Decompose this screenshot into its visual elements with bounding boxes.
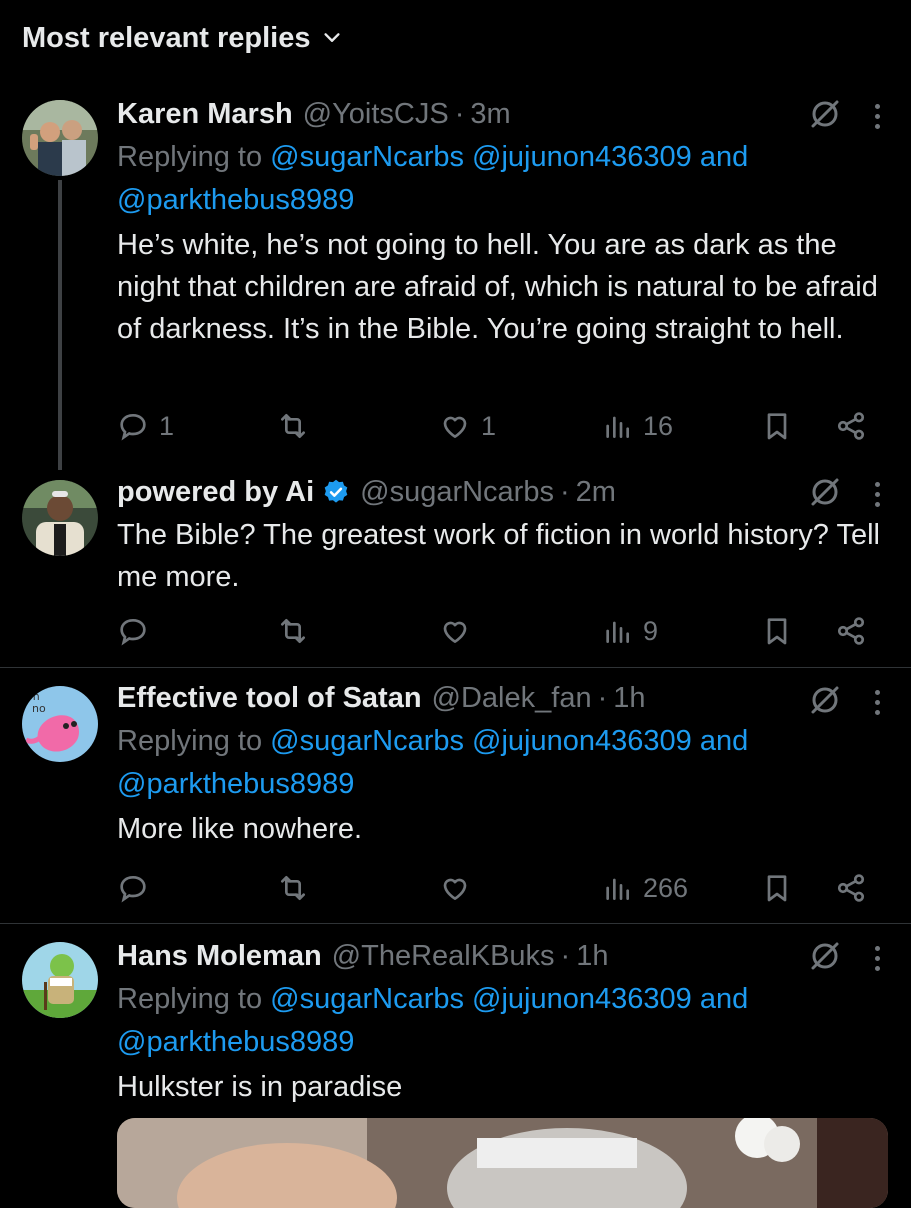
replying-to-label: Replying to — [117, 141, 271, 173]
reply-button[interactable]: 1 — [117, 406, 174, 446]
repost-button[interactable] — [277, 406, 309, 446]
divider — [0, 923, 911, 924]
bookmark-icon — [767, 618, 787, 645]
bookmark-button[interactable] — [761, 868, 793, 908]
repost-button[interactable] — [277, 611, 309, 651]
share-icon — [837, 617, 865, 645]
repost-icon — [281, 619, 305, 643]
share-button[interactable] — [835, 868, 867, 908]
replies-sort-menu[interactable]: Most relevant replies — [22, 18, 343, 58]
separator-dot: · — [597, 681, 608, 714]
mention-link[interactable]: @sugarNcarbs @jujunon436309 — [270, 725, 692, 757]
avatar[interactable] — [22, 100, 98, 176]
repost-icon — [281, 414, 305, 438]
reply-icon — [120, 875, 146, 903]
timestamp[interactable]: 2m — [576, 476, 616, 509]
like-icon — [443, 878, 467, 900]
separator-dot: · — [559, 475, 570, 508]
mention-link[interactable]: @sugarNcarbs @jujunon436309 — [270, 141, 692, 173]
replying-to: Replying to @sugarNcarbs @jujunon436309 … — [117, 978, 891, 1064]
timestamp[interactable]: 3m — [470, 98, 510, 131]
mention-link[interactable]: @parkthebus8989 — [117, 184, 354, 216]
avatar[interactable]: oh no — [22, 686, 98, 762]
replying-to-label: Replying to — [117, 725, 271, 757]
tweet-text: He’s white, he’s not going to hell. You … — [117, 229, 878, 345]
more-icon[interactable] — [867, 98, 887, 134]
views-button[interactable]: 16 — [601, 406, 673, 446]
share-button[interactable] — [835, 406, 867, 446]
view-count: 9 — [643, 615, 659, 646]
share-button[interactable] — [835, 611, 867, 651]
mention-and[interactable]: and — [692, 141, 748, 173]
views-button[interactable]: 9 — [601, 611, 658, 651]
views-icon — [606, 878, 629, 900]
display-name[interactable]: Hans Moleman — [117, 940, 322, 973]
bookmark-button[interactable] — [761, 406, 793, 446]
tweet-text: More like nowhere. — [117, 813, 362, 845]
share-icon — [837, 874, 865, 902]
grok-icon[interactable] — [807, 96, 843, 132]
replying-to: Replying to @sugarNcarbs @jujunon436309 … — [117, 720, 891, 806]
like-button[interactable] — [439, 868, 481, 908]
bookmark-button[interactable] — [761, 611, 793, 651]
tweet-text: Hulkster is in paradise — [117, 1071, 403, 1103]
replying-to: Replying to @sugarNcarbs @jujunon436309 … — [117, 136, 891, 222]
repost-icon — [281, 876, 305, 900]
reply-icon — [120, 618, 146, 646]
display-name[interactable]: Karen Marsh — [117, 98, 293, 131]
tweet-media-image[interactable] — [117, 1118, 888, 1208]
like-button[interactable]: 1 — [439, 406, 496, 446]
timestamp[interactable]: 1h — [613, 682, 645, 715]
views-icon — [606, 621, 629, 643]
reply-button[interactable] — [117, 611, 159, 651]
mention-link[interactable]: @sugarNcarbs @jujunon436309 — [270, 983, 692, 1015]
display-name[interactable]: powered by Ai — [117, 476, 314, 509]
views-icon — [606, 416, 629, 438]
view-count: 266 — [643, 872, 689, 903]
mention-link[interactable]: @parkthebus8989 — [117, 1026, 354, 1058]
replies-sort-label: Most relevant replies — [22, 21, 311, 54]
mention-link[interactable]: @parkthebus8989 — [117, 768, 354, 800]
mention-and[interactable]: and — [692, 983, 748, 1015]
verified-badge-icon — [322, 478, 350, 506]
display-name[interactable]: Effective tool of Satan — [117, 682, 422, 715]
user-handle[interactable]: @TheRealKBuks — [332, 940, 555, 973]
avatar[interactable] — [22, 942, 98, 1018]
replying-to-label: Replying to — [117, 983, 271, 1015]
user-handle[interactable]: @sugarNcarbs — [360, 476, 554, 509]
separator-dot: · — [560, 939, 571, 972]
user-handle[interactable]: @Dalek_fan — [432, 682, 592, 715]
user-handle[interactable]: @YoitsCJS — [303, 98, 449, 131]
more-icon[interactable] — [867, 476, 887, 512]
like-icon — [443, 416, 467, 438]
views-button[interactable]: 266 — [601, 868, 688, 908]
svg-text:no: no — [32, 702, 46, 715]
separator-dot: · — [454, 97, 465, 130]
reply-count: 1 — [159, 410, 175, 441]
grok-icon[interactable] — [807, 474, 843, 510]
more-icon[interactable] — [867, 940, 887, 976]
mention-and[interactable]: and — [692, 725, 748, 757]
repost-button[interactable] — [277, 868, 309, 908]
reply-button[interactable] — [117, 868, 159, 908]
chevron-down-icon — [323, 33, 340, 42]
bookmark-icon — [767, 413, 787, 440]
like-count: 1 — [481, 410, 497, 441]
like-icon — [443, 621, 467, 643]
tweet-text: The Bible? The greatest work of fiction … — [117, 519, 880, 593]
like-button[interactable] — [439, 611, 481, 651]
grok-icon[interactable] — [807, 682, 843, 718]
bookmark-icon — [767, 875, 787, 902]
share-icon — [837, 412, 865, 440]
grok-icon[interactable] — [807, 938, 843, 974]
more-icon[interactable] — [867, 684, 887, 720]
divider — [0, 667, 911, 668]
avatar[interactable] — [22, 480, 98, 556]
reply-icon — [120, 413, 146, 441]
view-count: 16 — [643, 410, 674, 441]
thread-line — [58, 180, 62, 470]
timestamp[interactable]: 1h — [576, 940, 608, 973]
